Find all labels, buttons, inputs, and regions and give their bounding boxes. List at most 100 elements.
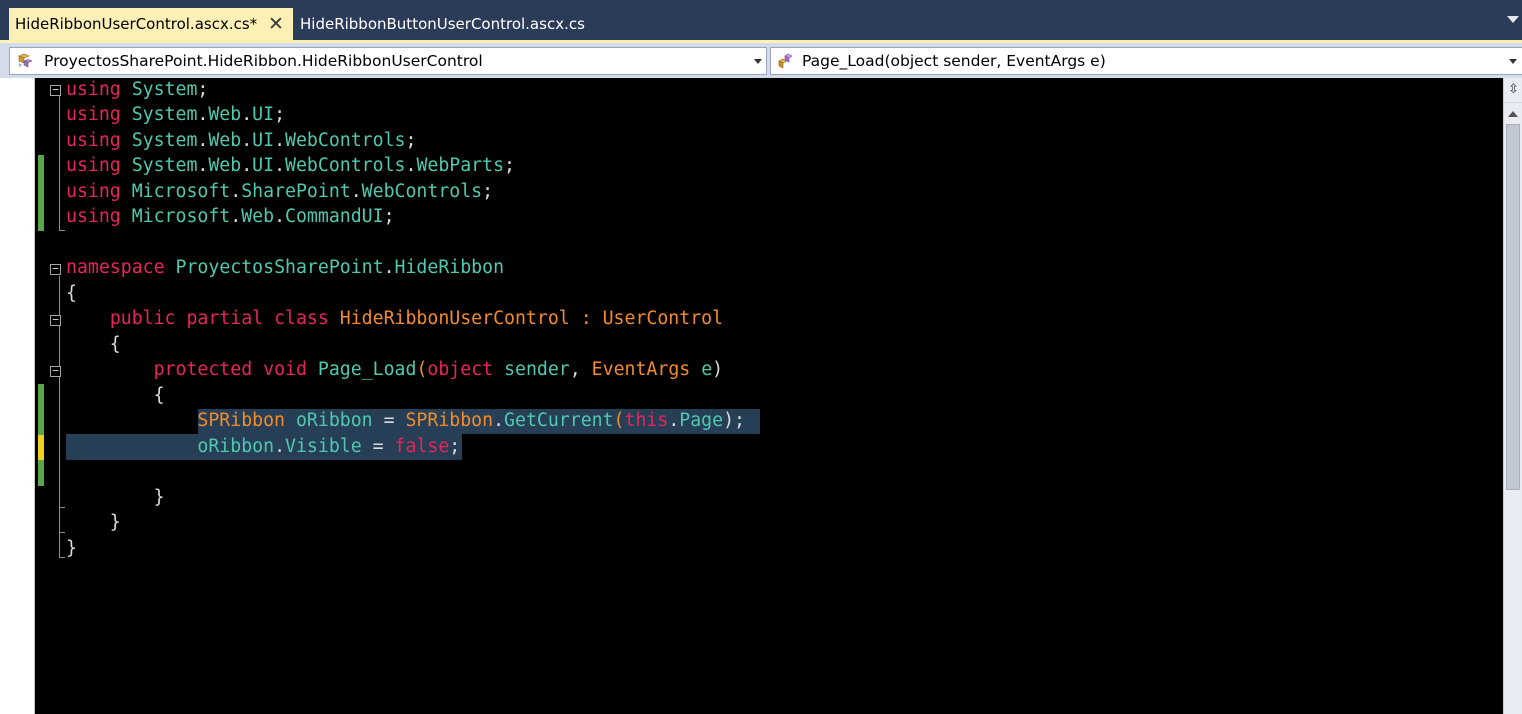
tab-overflow-dropdown-icon[interactable] xyxy=(1507,16,1519,23)
code-token: CommandUI xyxy=(285,206,384,227)
chevron-down-icon xyxy=(754,59,762,64)
tab-hideribbonbuttonusercontrol[interactable]: HideRibbonButtonUserControl.ascx.cs xyxy=(300,8,585,40)
code-token: = xyxy=(361,435,395,457)
code-token: } xyxy=(66,486,165,508)
collapse-icon[interactable]: − xyxy=(50,263,61,275)
code-line: { xyxy=(66,383,165,409)
outline-guide-end xyxy=(59,507,65,508)
code-token: SharePoint xyxy=(241,180,351,202)
collapse-icon[interactable]: − xyxy=(50,314,61,326)
code-token: System xyxy=(131,155,198,176)
code-line: SPRibbon oRibbon = SPRibbon.GetCurrent(t… xyxy=(66,408,745,434)
code-token: using xyxy=(66,104,121,125)
code-token: oRibbon xyxy=(197,435,275,457)
code-token: . xyxy=(493,410,505,431)
code-token: ( xyxy=(613,410,625,431)
scroll-up-icon[interactable] xyxy=(1508,111,1518,117)
code-line: } xyxy=(66,510,121,536)
code-editor[interactable]: − − − − using System; using System.Web.UI… xyxy=(0,78,1522,714)
code-token: UI xyxy=(252,129,275,151)
scroll-thumb[interactable] xyxy=(1506,124,1520,490)
tab-label: HideRibbonUserControl.ascx.cs* xyxy=(15,15,258,33)
code-token: . xyxy=(274,206,286,227)
outline-guide-end xyxy=(59,532,65,533)
change-marker-saved xyxy=(38,460,44,486)
type-selector-dropdown[interactable]: ProyectosSharePoint.HideRibbon.HideRibbo… xyxy=(9,47,767,75)
collapse-icon[interactable]: − xyxy=(50,365,61,377)
code-token: ; xyxy=(274,104,286,125)
code-token: System xyxy=(131,78,198,100)
code-token: UserControl xyxy=(602,308,724,329)
code-token: ; xyxy=(383,206,395,227)
close-icon[interactable]: ✕ xyxy=(268,8,284,40)
code-token: partial xyxy=(186,308,264,329)
code-token: class xyxy=(274,308,329,329)
tab-hideribbonusercontrol[interactable]: HideRibbonUserControl.ascx.cs* ✕ xyxy=(9,8,293,40)
code-line: public partial class HideRibbonUserContr… xyxy=(66,306,723,332)
code-token: WebControls xyxy=(285,155,406,176)
code-token: . xyxy=(241,155,253,176)
vertical-scrollbar[interactable]: ⇳ xyxy=(1503,78,1522,714)
code-token: System xyxy=(131,129,198,151)
code-token: } xyxy=(66,537,77,559)
code-token: , xyxy=(569,359,592,380)
code-token: HideRibbon xyxy=(394,257,505,278)
indicator-margin xyxy=(0,78,35,714)
change-marker-unsaved xyxy=(38,435,44,460)
code-token: EventArgs xyxy=(591,359,691,380)
change-marker-saved xyxy=(38,155,44,231)
code-token: { xyxy=(66,282,77,304)
code-token: . xyxy=(668,410,680,431)
code-line: protected void Page_Load(object sender, … xyxy=(66,357,723,383)
outline-guide-end xyxy=(59,557,65,558)
code-line: using Microsoft.Web.CommandUI; xyxy=(66,204,395,230)
code-token: false xyxy=(394,435,450,457)
code-token: = xyxy=(372,410,406,431)
code-line: using System; xyxy=(66,77,208,103)
change-marker-saved xyxy=(38,384,44,435)
code-token: using xyxy=(66,206,121,227)
code-token: WebControls xyxy=(361,180,483,202)
code-token: . xyxy=(274,435,286,457)
code-line: { xyxy=(66,281,77,307)
class-icon xyxy=(18,53,32,68)
code-token: . xyxy=(274,129,286,151)
navigation-bar: ProyectosSharePoint.HideRibbon.HideRibbo… xyxy=(0,43,1522,78)
code-token: . xyxy=(197,155,209,176)
code-token: Web xyxy=(208,129,242,151)
code-token: SPRibbon xyxy=(405,410,494,431)
code-token: using xyxy=(66,180,121,202)
code-token: System xyxy=(131,104,198,125)
code-line: using Microsoft.SharePoint.WebControls; xyxy=(66,179,493,205)
code-token: void xyxy=(263,359,307,380)
code-token: ; xyxy=(449,435,461,457)
code-line: { xyxy=(66,332,121,358)
code-token: . xyxy=(241,129,253,151)
code-token: this xyxy=(624,410,669,431)
code-token: ) xyxy=(712,359,724,380)
code-token: HideRibbonUserControl xyxy=(339,308,570,329)
code-line: using System.Web.UI.WebControls.WebParts… xyxy=(66,153,515,179)
code-token: Page xyxy=(679,410,724,431)
collapse-icon[interactable]: − xyxy=(50,84,61,96)
method-icon xyxy=(778,53,793,69)
split-window-icon[interactable]: ⇳ xyxy=(1504,80,1522,103)
code-token: Web xyxy=(241,206,275,227)
member-selector-dropdown[interactable]: Page_Load(object sender, EventArgs e) xyxy=(770,47,1522,75)
document-tab-strip: HideRibbonUserControl.ascx.cs* ✕ HideRib… xyxy=(0,0,1522,43)
